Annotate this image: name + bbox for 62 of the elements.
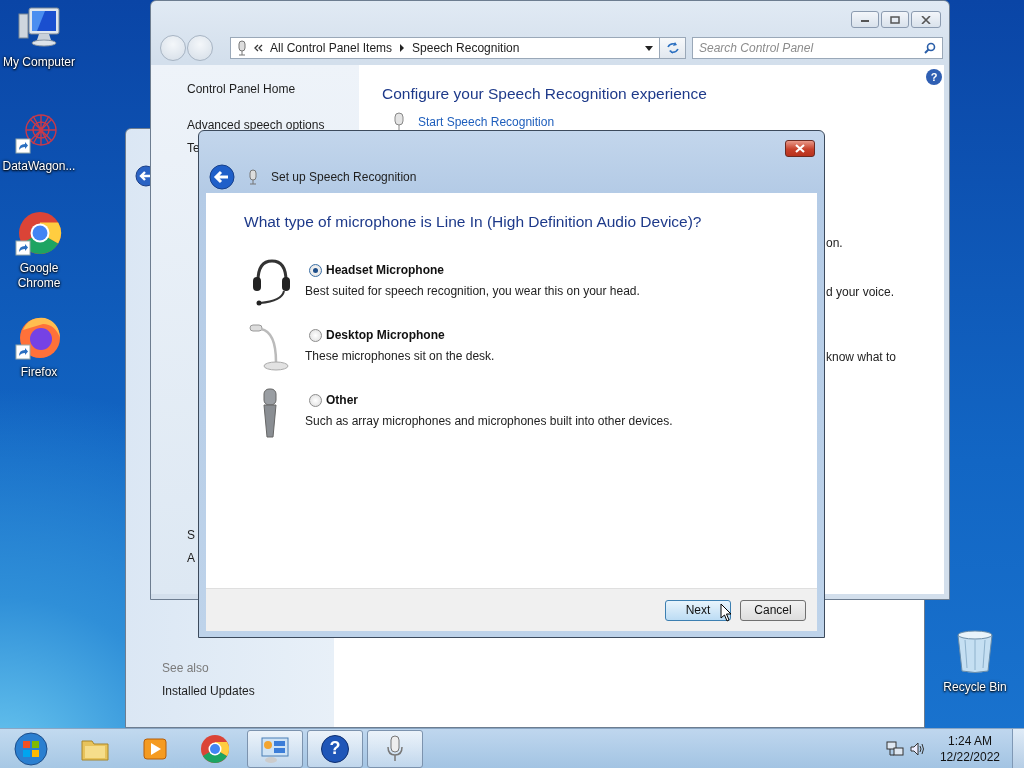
back-arrow-icon[interactable] — [135, 165, 150, 187]
desktop-icon-label[interactable]: Firefox — [20, 365, 58, 380]
close-button[interactable] — [911, 11, 941, 28]
description-text: d your voice. — [826, 285, 895, 300]
minimize-button[interactable] — [851, 11, 879, 28]
close-button[interactable] — [785, 140, 815, 157]
help-button[interactable]: ? — [926, 69, 942, 85]
refresh-icon — [665, 42, 680, 54]
desktop-icon-label[interactable]: Recycle Bin — [943, 680, 1007, 695]
desktop-icon-label[interactable]: My Computer — [3, 55, 75, 70]
dropdown-caret-icon[interactable] — [645, 45, 653, 51]
microphone-taskbar-button[interactable] — [367, 729, 423, 768]
desk-microphone-icon — [248, 322, 292, 374]
dialog-title: Set up Speech Recognition — [271, 170, 417, 184]
refresh-button[interactable] — [660, 37, 686, 59]
radio-option[interactable]: Desktop Microphone — [309, 328, 495, 343]
sidebar-link[interactable]: Installed Updates — [162, 684, 334, 699]
maximize-button[interactable] — [881, 11, 909, 28]
microphone-icon — [248, 169, 258, 185]
question-heading: What type of microphone is Line In (High Definition Audio Device)? — [244, 212, 703, 232]
page-heading: Configure your Speech Recognition experience — [382, 85, 708, 103]
option-description: Best suited for speech recognition, you wear this on your head. — [305, 284, 640, 299]
windows-logo-icon — [14, 731, 48, 766]
cancel-button[interactable]: Cancel — [740, 599, 806, 621]
description-text: on. — [826, 236, 843, 251]
sidebar-text: A — [187, 551, 196, 566]
cursor-icon — [720, 603, 732, 622]
next-button[interactable]: Next — [665, 599, 731, 621]
address-bar[interactable]: All Control Panel Items Speech Recognition — [230, 37, 660, 59]
search-icon[interactable] — [924, 42, 936, 54]
desktop-icon-label[interactable]: DataWagon... — [2, 159, 76, 174]
sidebar-link[interactable]: Control Panel Home — [187, 82, 359, 97]
chrome-icon[interactable] — [15, 210, 63, 258]
chrome-icon — [199, 732, 231, 765]
description-text: know what to — [826, 350, 897, 365]
clock[interactable]: 1:24 AM 12/22/2022 — [939, 732, 1000, 765]
start-speech-link[interactable]: Start Speech Recognition — [418, 115, 555, 129]
separator-arrow-icon — [399, 44, 406, 52]
volume-icon[interactable] — [909, 740, 926, 757]
option-description: These microphones sit on the desk. — [305, 349, 495, 364]
close-icon — [921, 15, 931, 24]
maximize-icon — [890, 15, 900, 24]
control-panel-taskbar-button[interactable] — [247, 729, 303, 768]
clock-time: 1:24 AM — [947, 732, 992, 749]
see-also-heading: See also — [162, 661, 210, 676]
clock-date: 12/22/2022 — [939, 748, 1000, 765]
recycle-bin-icon[interactable] — [955, 630, 995, 674]
radio-option[interactable]: Headset Microphone — [309, 263, 640, 278]
microphone-icon — [392, 112, 406, 132]
search-field[interactable]: Search Control Panel — [692, 37, 943, 59]
chevron-icon — [254, 44, 263, 52]
network-icon[interactable] — [885, 740, 904, 757]
close-icon — [794, 144, 806, 153]
microphone-icon — [237, 40, 247, 56]
help-taskbar-button[interactable]: ? — [307, 729, 363, 768]
desktop-icon-label[interactable]: Google Chrome — [1, 261, 77, 291]
sidebar-text: S — [187, 528, 196, 543]
breadcrumb-item[interactable]: All Control Panel Items — [270, 41, 393, 55]
radio-option[interactable]: Other — [309, 393, 673, 408]
breadcrumb-item[interactable]: Speech Recognition — [412, 41, 520, 55]
option-description: Such as array microphones and microphones built into other devices. — [305, 414, 673, 429]
sidebar-link[interactable]: Advanced speech options — [187, 118, 359, 133]
